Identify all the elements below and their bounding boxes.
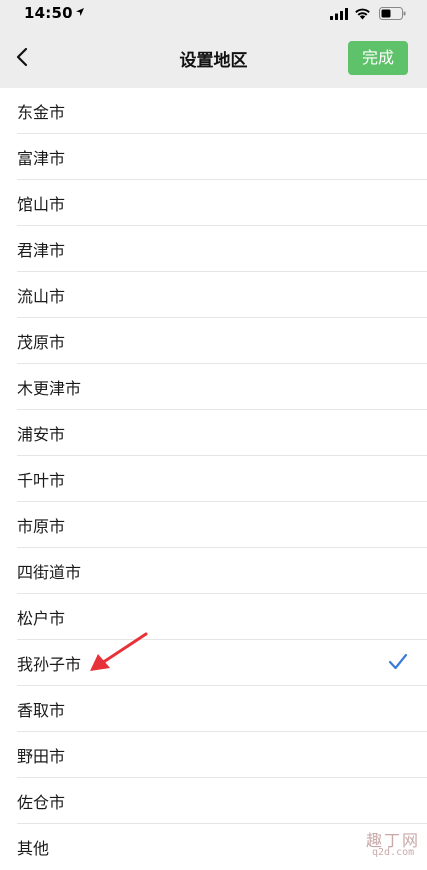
list-item-label: 东金市: [17, 103, 66, 122]
list-item[interactable]: 千叶市: [0, 456, 427, 502]
watermark-url: q2d.com: [372, 847, 415, 858]
status-bar: 14:50: [0, 0, 427, 28]
watermark: 趣丁网 q2d.com: [352, 825, 424, 865]
list-item[interactable]: 香取市: [0, 686, 427, 732]
list-item-label: 木更津市: [17, 379, 82, 398]
list-item[interactable]: 四街道市: [0, 548, 427, 594]
list-item-label: 四街道市: [17, 563, 82, 582]
list-item-label: 野田市: [17, 747, 66, 766]
list-item[interactable]: 木更津市: [0, 364, 427, 410]
list-item-label: 茂原市: [17, 333, 66, 352]
region-list: 东金市富津市馆山市君津市流山市茂原市木更津市浦安市千叶市市原市四街道市松户市我孙…: [0, 88, 427, 870]
list-item[interactable]: 我孙子市: [0, 640, 427, 686]
list-item-label: 佐仓市: [17, 793, 66, 812]
list-item-label: 其他: [17, 839, 50, 858]
wifi-icon: [355, 8, 370, 20]
done-button[interactable]: 完成: [348, 41, 408, 75]
list-item[interactable]: 流山市: [0, 272, 427, 318]
list-item[interactable]: 佐仓市: [0, 778, 427, 824]
list-item[interactable]: 茂原市: [0, 318, 427, 364]
checkmark-icon: [388, 653, 408, 670]
list-item-label: 流山市: [17, 287, 66, 306]
list-item-label: 君津市: [17, 241, 66, 260]
cellular-signal-icon: [330, 8, 348, 20]
battery-icon: [379, 7, 406, 20]
list-item[interactable]: 馆山市: [0, 180, 427, 226]
red-arrow-icon: [90, 632, 148, 671]
list-item[interactable]: 东金市: [0, 88, 427, 134]
list-item[interactable]: 松户市: [0, 594, 427, 640]
status-time: 14:50: [24, 4, 73, 22]
list-item[interactable]: 野田市: [0, 732, 427, 778]
list-item-label: 市原市: [17, 517, 66, 536]
list-item[interactable]: 富津市: [0, 134, 427, 180]
list-item-label: 我孙子市: [17, 655, 82, 674]
nav-bar: 设置地区 完成: [0, 28, 427, 88]
list-item[interactable]: 君津市: [0, 226, 427, 272]
list-item-label: 千叶市: [17, 471, 66, 490]
list-item-label: 松户市: [17, 609, 66, 628]
list-item-label: 浦安市: [17, 425, 66, 444]
list-item-label: 富津市: [17, 149, 66, 168]
list-item-label: 香取市: [17, 701, 66, 720]
list-item[interactable]: 市原市: [0, 502, 427, 548]
list-item-label: 馆山市: [17, 195, 66, 214]
list-item[interactable]: 浦安市: [0, 410, 427, 456]
location-arrow-icon: [76, 8, 84, 16]
